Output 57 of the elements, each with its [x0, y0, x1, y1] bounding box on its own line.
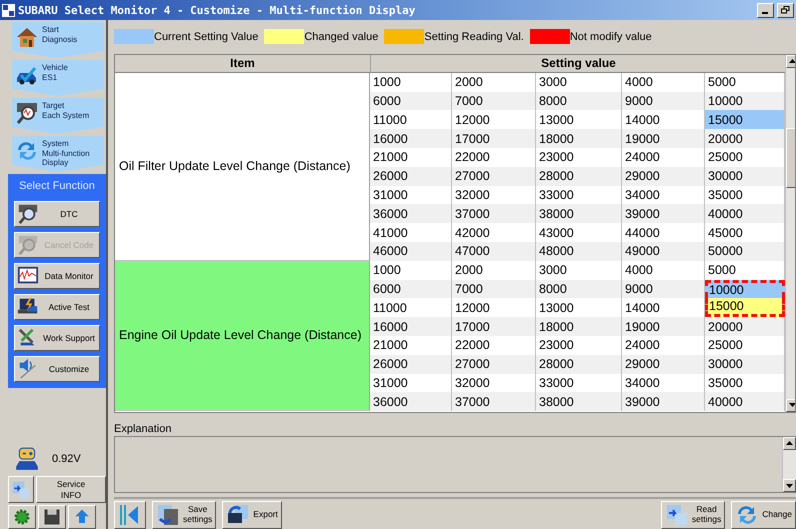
explanation-label: Explanation [114, 422, 172, 435]
battery-car-icon [14, 446, 40, 472]
house-icon [15, 25, 39, 49]
value-cell[interactable]: 15000 [705, 110, 785, 130]
magnifier-icon [15, 101, 39, 125]
item-cell[interactable]: Engine Oil Update Level Change (Distance) [115, 260, 370, 412]
settings-button[interactable] [8, 505, 36, 529]
up-arrow-icon [789, 59, 795, 64]
function-button[interactable]: Work Support [14, 325, 100, 351]
value-cell[interactable]: 10000 [705, 280, 785, 298]
scan-tool-icon [17, 234, 39, 256]
gear-icon [13, 508, 31, 526]
window-title: SUBARU Select Monitor 4 - Customize - Multi-function Display [18, 4, 416, 16]
toolbar-button[interactable] [114, 501, 146, 529]
toolbar-button[interactable]: Change [731, 501, 796, 529]
value-cell[interactable]: 36000 [370, 392, 452, 412]
function-button[interactable]: DTC [14, 201, 100, 227]
legend-label: Current Setting Value [154, 30, 258, 43]
up-arrow-icon [786, 441, 793, 446]
column-header: Setting value [371, 54, 787, 73]
function-button[interactable]: Data Monitor [14, 263, 100, 289]
panel-title: Select Function [18, 180, 96, 192]
step-tab[interactable]: Start Diagnosis [12, 22, 104, 58]
function-button[interactable]: Active Test [14, 294, 100, 320]
value-cell[interactable]: 39000 [622, 392, 705, 412]
value-cell[interactable]: 37000 [452, 392, 536, 412]
scrollbar[interactable] [785, 54, 795, 412]
toolbar-button[interactable]: Export [222, 501, 282, 529]
item-cell[interactable]: Oil Filter Update Level Change (Distance) [115, 72, 370, 261]
step-tab[interactable]: Target Each System [12, 98, 104, 134]
legend-label: Setting Reading Val. [424, 30, 524, 43]
service-info-button[interactable]: Service INFO [36, 476, 106, 503]
document-icon [11, 480, 31, 500]
minimize-button[interactable] [757, 2, 774, 18]
voltage-reading: 0.92V [52, 453, 81, 465]
upload-button[interactable] [68, 505, 96, 529]
scrollbar[interactable] [782, 436, 796, 492]
value-cell[interactable]: 15000 [705, 298, 785, 318]
clipboard-button[interactable] [8, 476, 34, 503]
step-tab[interactable]: Vehicle ES1 [12, 60, 104, 96]
step-tab[interactable]: System Multi-function Display [12, 136, 104, 172]
legend-label: Not modify value [570, 30, 652, 43]
column-header: Item [115, 54, 371, 73]
function-button[interactable]: Customize [14, 356, 100, 382]
legend-label: Changed value [304, 30, 378, 43]
document-icon [664, 503, 689, 528]
app-logo-icon [2, 4, 15, 16]
toolbar-button[interactable]: Save settings [152, 501, 216, 529]
restore-button[interactable] [777, 2, 794, 18]
value-cell[interactable]: 38000 [536, 392, 622, 412]
save-button[interactable] [38, 505, 66, 529]
toolbar-button[interactable]: Read settings [660, 501, 726, 529]
down-arrow-icon [786, 484, 793, 488]
scan-tool-icon [17, 203, 39, 225]
upload-arrow-icon [73, 508, 91, 526]
restore-icon [781, 6, 790, 14]
down-arrow-icon [789, 403, 795, 408]
